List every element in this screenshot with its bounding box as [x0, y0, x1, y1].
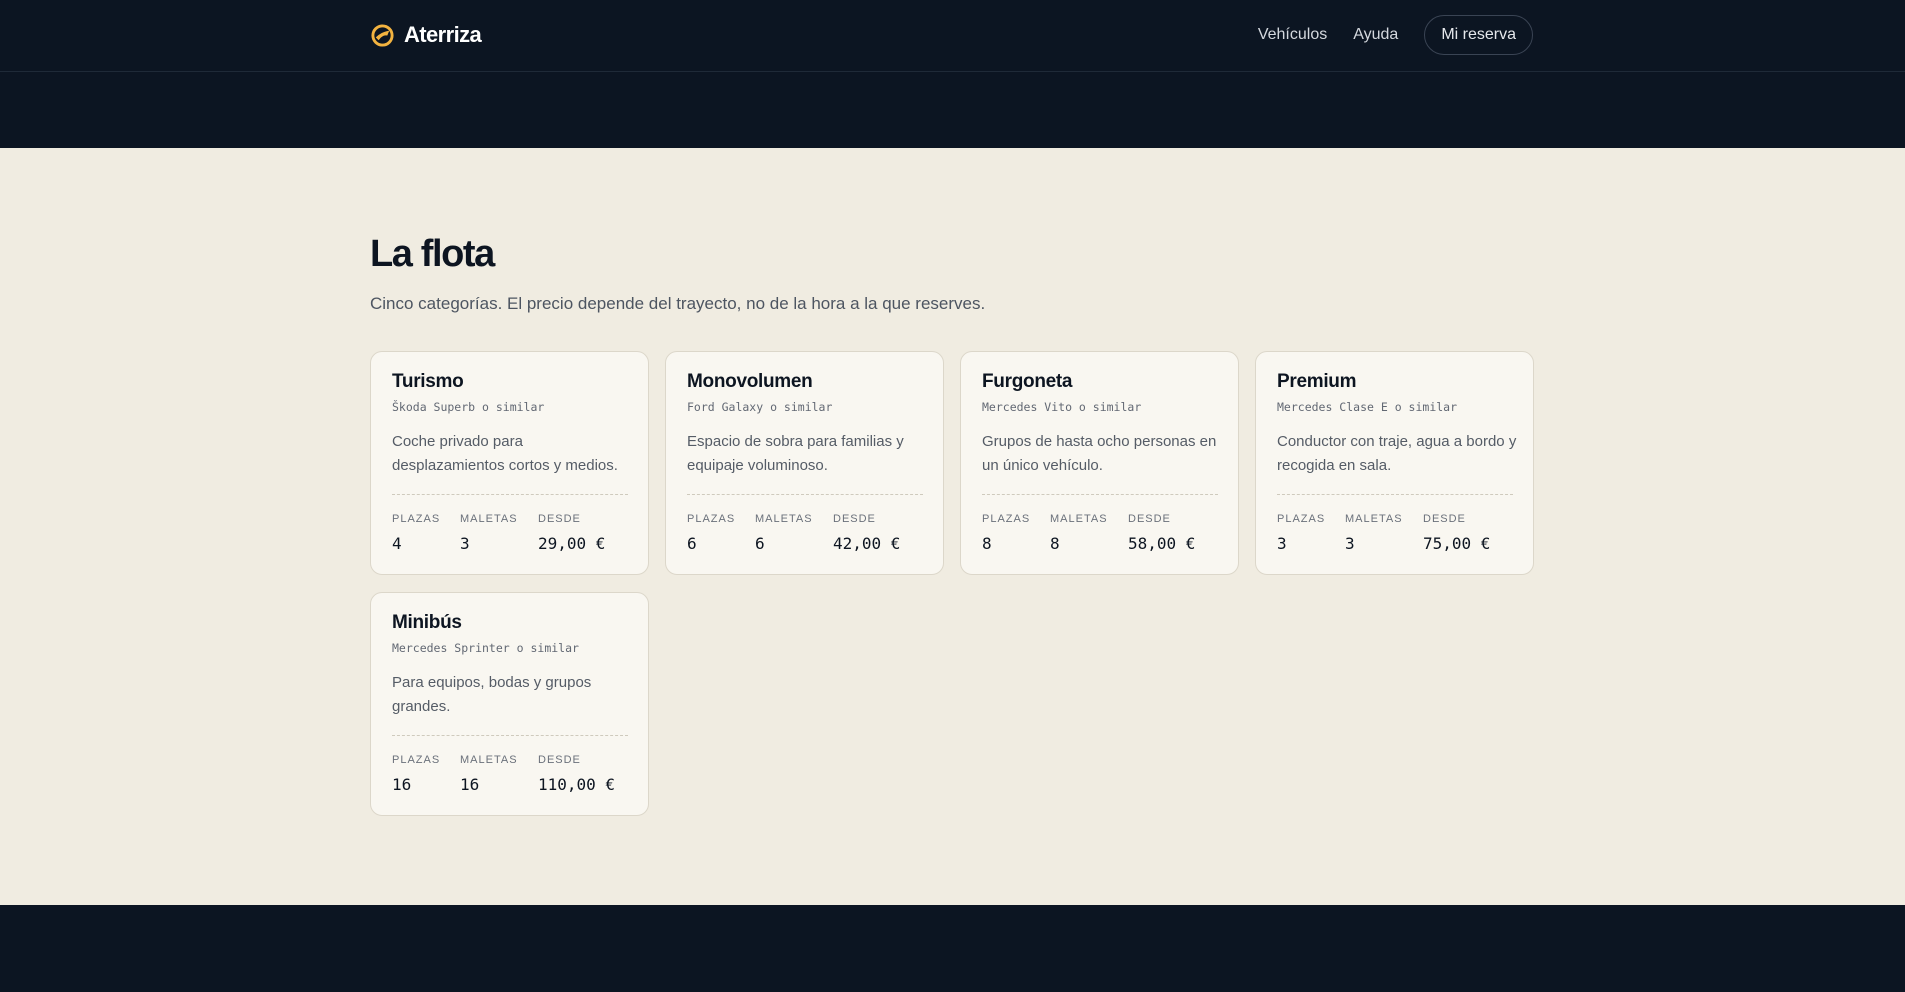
vehicle-card-monovolumen: Monovolumen Ford Galaxy o similar Espaci…: [665, 351, 944, 575]
card-divider: [982, 494, 1218, 495]
seats-label: PLAZAS: [1277, 513, 1326, 525]
site-footer: [0, 905, 1905, 992]
brand-link[interactable]: Aterriza: [370, 22, 482, 48]
price-value: 29,00 €: [538, 534, 606, 553]
vehicle-model: Škoda Superb o similar: [392, 400, 545, 414]
seats-value: 6: [687, 534, 697, 553]
brand-name: Aterriza: [404, 22, 482, 47]
bags-value: 3: [1345, 534, 1355, 553]
price-label: DESDE: [538, 754, 581, 766]
vehicle-name: Monovolumen: [687, 371, 813, 392]
vehicle-card-furgoneta: Furgoneta Mercedes Vito o similar Grupos…: [960, 351, 1239, 575]
bags-value: 6: [755, 534, 765, 553]
card-divider: [1277, 494, 1513, 495]
price-label: DESDE: [1423, 513, 1466, 525]
bags-label: MALETAS: [1345, 513, 1403, 525]
vehicle-model: Mercedes Vito o similar: [982, 400, 1142, 414]
vehicle-description: Para equipos, bodas y grupos grandes.: [392, 674, 592, 715]
vehicle-description: Coche privado para desplazamientos corto…: [392, 433, 618, 474]
vehicle-description: Espacio de sobra para familias y equipaj…: [687, 433, 904, 474]
seats-label: PLAZAS: [982, 513, 1031, 525]
bags-value: 8: [1050, 534, 1060, 553]
vehicle-model: Mercedes Clase E o similar: [1277, 400, 1458, 414]
vehicle-model: Ford Galaxy o similar: [687, 400, 833, 414]
nav-help-link[interactable]: Ayuda: [1353, 26, 1398, 44]
vehicle-card-minibus: Minibús Mercedes Sprinter o similar Para…: [370, 592, 649, 816]
vehicle-name: Premium: [1277, 371, 1357, 392]
card-divider: [392, 494, 628, 495]
seats-value: 4: [392, 534, 402, 553]
card-divider: [687, 494, 923, 495]
brand-logo-icon: [371, 23, 394, 47]
vehicle-name: Furgoneta: [982, 371, 1073, 392]
card-divider: [392, 735, 628, 736]
main-nav: Vehículos Ayuda Mi reserva: [1258, 15, 1533, 55]
bags-label: MALETAS: [460, 513, 518, 525]
price-label: DESDE: [538, 513, 581, 525]
seats-label: PLAZAS: [392, 513, 441, 525]
price-label: DESDE: [1128, 513, 1171, 525]
price-value: 110,00 €: [538, 775, 616, 794]
header-divider: [0, 71, 1905, 72]
vehicle-card-turismo: Turismo Škoda Superb o similar Coche pri…: [370, 351, 649, 575]
page-title: La flota: [370, 233, 495, 275]
bags-value: 16: [460, 775, 480, 794]
vehicle-card-premium: Premium Mercedes Clase E o similar Condu…: [1255, 351, 1534, 575]
fleet-section: La flota Cinco categorías. El precio dep…: [0, 148, 1905, 905]
seats-label: PLAZAS: [687, 513, 736, 525]
price-label: DESDE: [833, 513, 876, 525]
nav-vehicles-link[interactable]: Vehículos: [1258, 26, 1327, 44]
vehicle-model: Mercedes Sprinter o similar: [392, 641, 579, 655]
vehicle-description: Grupos de hasta ocho personas en un únic…: [982, 433, 1217, 474]
seats-value: 8: [982, 534, 992, 553]
bags-label: MALETAS: [755, 513, 813, 525]
vehicle-name: Turismo: [392, 371, 464, 392]
price-value: 58,00 €: [1128, 534, 1196, 553]
bags-label: MALETAS: [1050, 513, 1108, 525]
seats-label: PLAZAS: [392, 754, 441, 766]
price-value: 42,00 €: [833, 534, 901, 553]
price-value: 75,00 €: [1423, 534, 1491, 553]
seats-value: 16: [392, 775, 412, 794]
page-subtitle: Cinco categorías. El precio depende del …: [370, 294, 986, 313]
vehicle-description: Conductor con traje, agua a bordo y reco…: [1277, 433, 1517, 474]
bags-value: 3: [460, 534, 470, 553]
site-header: Aterriza Vehículos Ayuda Mi reserva: [0, 0, 1905, 148]
vehicle-name: Minibús: [392, 612, 462, 633]
seats-value: 3: [1277, 534, 1287, 553]
my-booking-button[interactable]: Mi reserva: [1424, 15, 1533, 55]
bags-label: MALETAS: [460, 754, 518, 766]
